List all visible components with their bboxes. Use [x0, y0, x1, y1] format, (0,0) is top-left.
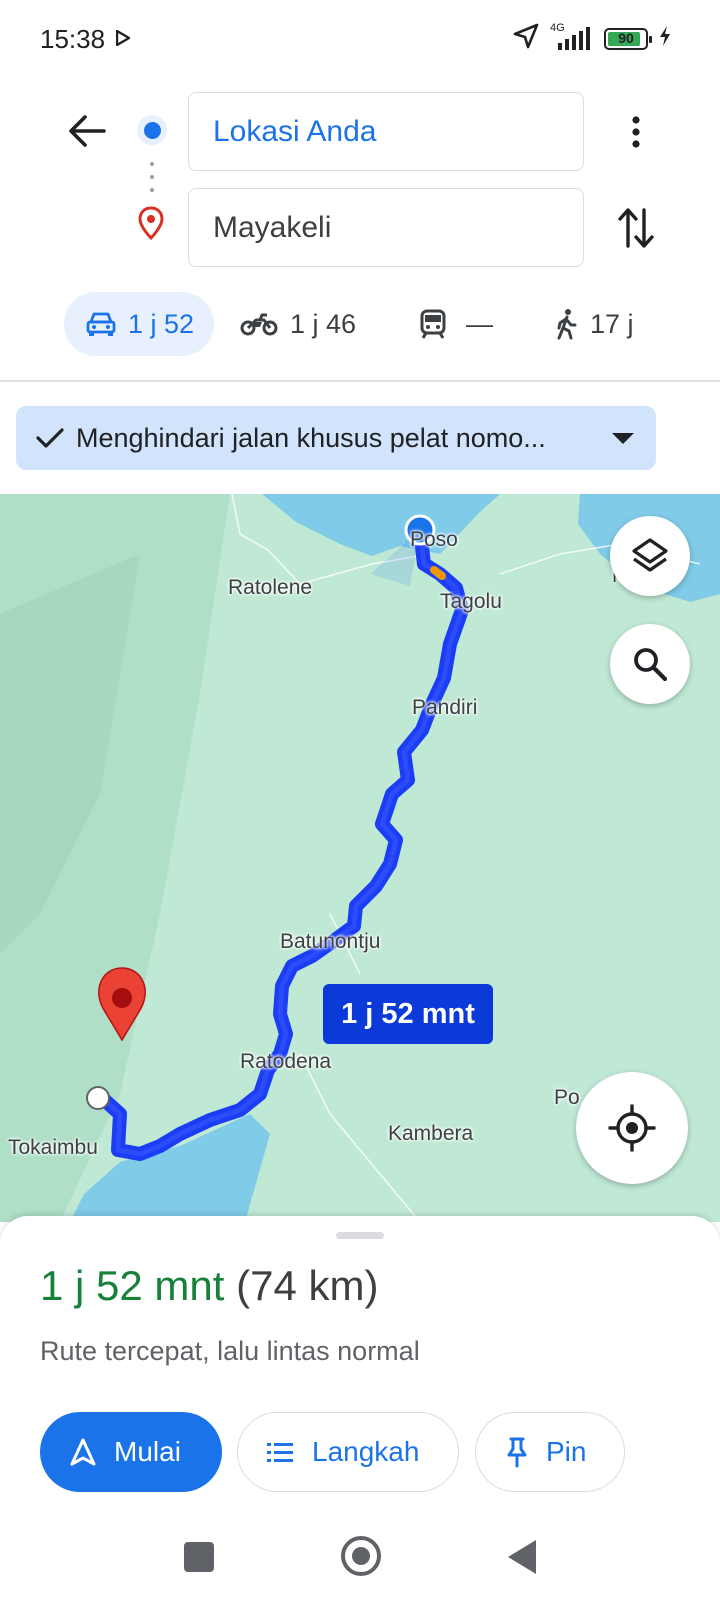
swap-button[interactable]: [612, 202, 660, 254]
mode-walking[interactable]: 17 j: [554, 292, 634, 356]
dropdown-caret-icon: [612, 432, 634, 444]
motorcycle-icon: [240, 313, 278, 336]
place-label-po: Po: [554, 1086, 580, 1109]
more-vert-icon: [632, 116, 640, 148]
steps-label: Langkah: [312, 1436, 420, 1467]
recents-button[interactable]: [184, 1542, 214, 1572]
place-label-ratolene: Ratolene: [228, 576, 313, 599]
walking-icon: [557, 309, 577, 340]
mode-driving[interactable]: 1 j 52: [64, 292, 214, 356]
place-label-tagolu: Tagolu: [440, 590, 502, 613]
train-icon: [420, 309, 446, 339]
home-button[interactable]: [341, 1536, 381, 1576]
navigation-arrow-icon: [70, 1438, 96, 1466]
layers-button[interactable]: [610, 516, 690, 596]
mode-driving-label: 1 j 52: [128, 308, 195, 339]
battery-icon: 90: [604, 27, 652, 50]
my-location-button[interactable]: [576, 1072, 688, 1184]
place-label-tokaimbu: Tokaimbu: [8, 1136, 98, 1159]
arrow-back-icon: [69, 115, 106, 147]
signal-icon: 4G: [550, 22, 594, 52]
back-button[interactable]: [64, 108, 110, 154]
route-end-dot: [86, 1086, 110, 1110]
header-divider: [0, 380, 720, 382]
mode-motorcycle[interactable]: 1 j 46: [240, 292, 356, 356]
mode-motorcycle-label: 1 j 46: [290, 308, 357, 339]
route-summary: 1 j 52 mnt (74 km): [40, 1262, 378, 1310]
route-eta-badge[interactable]: 1 j 52 mnt: [323, 984, 493, 1044]
location-arrow-icon: [512, 22, 540, 55]
car-icon: [86, 312, 116, 336]
pin-label: Pin: [546, 1436, 587, 1467]
system-nav-bar: [0, 1520, 720, 1600]
place-label-kambera: Kambera: [388, 1122, 474, 1145]
travel-modes: 1 j 52 1 j 46 — 17 j: [0, 290, 720, 362]
search-along-route-button[interactable]: [610, 624, 690, 704]
route-duration: 1 j 52 mnt: [40, 1262, 225, 1309]
swap-vert-icon: [618, 208, 654, 248]
steps-button[interactable]: Langkah: [237, 1412, 459, 1492]
mode-walking-label: 17 j: [590, 308, 634, 339]
place-label-ratodena: Ratodena: [240, 1050, 332, 1073]
my-location-icon: [608, 1104, 656, 1152]
charging-icon: [658, 25, 672, 52]
play-store-icon: [115, 29, 131, 51]
status-time: 15:38: [40, 24, 106, 54]
route-description: Rute tercepat, lalu lintas normal: [40, 1336, 420, 1366]
route-options-chip[interactable]: Menghindari jalan khusus pelat nomo...: [16, 406, 656, 470]
mode-transit[interactable]: —: [420, 292, 493, 356]
place-label-poso: Poso: [410, 528, 458, 551]
map-view[interactable]: Poso M Ratolene Tagolu Pandiri Batunontj…: [0, 494, 720, 1222]
mode-transit-label: —: [466, 308, 493, 339]
search-icon: [634, 648, 668, 682]
traffic-segment: [430, 566, 446, 580]
route-distance: (74 km): [236, 1262, 379, 1309]
more-options-button[interactable]: [616, 110, 656, 154]
layers-icon: [632, 538, 668, 572]
destination-pin-icon: [137, 206, 165, 245]
system-back-button[interactable]: [508, 1540, 536, 1574]
place-label-batunontju: Batunontju: [280, 930, 381, 953]
battery-level: 90: [618, 29, 634, 46]
check-icon: [36, 428, 64, 448]
origin-dot-icon: [137, 115, 167, 145]
list-icon: [267, 1443, 293, 1462]
start-label: Mulai: [114, 1436, 181, 1467]
status-bar: 15:38 4G 90: [0, 0, 720, 78]
route-connector-dots: [149, 162, 155, 192]
place-label-pandiri: Pandiri: [412, 696, 478, 719]
origin-input[interactable]: Lokasi Anda: [188, 92, 584, 171]
start-navigation-button[interactable]: Mulai: [40, 1412, 222, 1492]
sheet-drag-handle[interactable]: [336, 1232, 384, 1239]
pin-button[interactable]: Pin: [475, 1412, 625, 1492]
status-icons: 4G 90: [512, 22, 672, 55]
pushpin-icon: [507, 1437, 527, 1468]
route-options-label: Menghindari jalan khusus pelat nomo...: [76, 422, 546, 453]
destination-input[interactable]: Mayakeli: [188, 188, 584, 267]
